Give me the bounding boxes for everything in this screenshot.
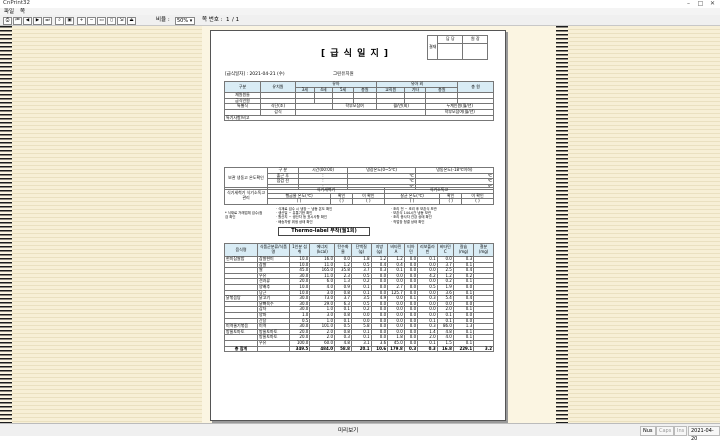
toolbar: ⎙ ⏮ ◀ ▶ ⏭ ⌕ ▣ + − ▭ ▯ ⇲ ⏏ 비율 : 50% ▾ 쪽 번…	[0, 15, 720, 26]
sterilizer-blank: ( )	[383, 198, 441, 205]
approval-sign-director[interactable]	[462, 43, 489, 60]
total-value: 20.1	[350, 345, 372, 353]
nutrition-head: 식품군분류/식품명	[257, 243, 290, 257]
zoom-in-icon[interactable]: +	[77, 17, 86, 25]
total-value: 10.6	[370, 345, 389, 353]
nutrition-head: 칼슘 (mg)	[452, 243, 475, 257]
nutrition-head: 비타민A	[387, 243, 405, 257]
zoom-value: 50%	[177, 18, 189, 24]
remarks-row: 특기사항/비고	[224, 114, 494, 122]
approval-head-staff: 담 당	[437, 35, 464, 44]
col-total: 총 원	[457, 80, 494, 94]
col-gubun: 구분	[223, 80, 262, 94]
note-line: · 작업장 청결 상태 확인	[391, 219, 425, 224]
next-page-icon[interactable]: ▶	[33, 17, 42, 25]
notes-title: * 식재료 거래업체 검수/점검 확인	[225, 211, 263, 220]
print-icon[interactable]: ⎙	[3, 17, 12, 25]
document-title: [ 급 식 일 지 ]	[321, 49, 390, 59]
total-value: 349.5	[288, 345, 311, 353]
spiral-binding-right	[556, 26, 568, 423]
export-icon[interactable]: ⇲	[117, 17, 126, 25]
preview-area[interactable]: [ 급 식 일 지 ] 결재 담 당 원 장 [급식일자] : 2021-04-…	[0, 26, 720, 423]
nutrition-total-row: 총 합계 349.5 484.0 58.8 20.1 10.6 179.8 0.3 0.3 16.…	[224, 345, 494, 353]
fit-page-icon[interactable]: ▣	[65, 17, 74, 25]
document-page: [ 급 식 일 지 ] 결재 담 당 원 장 [급식일자] : 2021-04-…	[210, 30, 506, 421]
total-value: 0.3	[417, 345, 438, 353]
last-page-icon[interactable]: ⏭	[43, 17, 52, 25]
total-value	[257, 345, 290, 353]
sterilizer-blank: ( )	[460, 198, 495, 205]
nutrition-head: 탄수화물	[334, 243, 352, 257]
notebook-lines-left	[12, 26, 202, 423]
washer-blank: ( )	[266, 198, 332, 205]
notes-left: · 식재료 검수 시 냉장 ~ 냉동 온도 확인 · 생산일 ~ 유통기한 확인…	[276, 207, 332, 224]
nutrition-head: 단백질 (g)	[350, 243, 372, 257]
nutrition-head: 철분 (mg)	[473, 243, 494, 257]
washer-blank: ( )	[351, 198, 385, 205]
wash-table: 식기세척기 식기소독고 관리 식기세척기 식기소독고 헹굼물 온도(℃) 확인 이 …	[224, 187, 495, 205]
two-page-icon[interactable]: ▯	[107, 17, 116, 25]
thermo-label: Thermo-label 부착(월1회)	[278, 227, 370, 236]
spiral-binding-left	[0, 26, 12, 423]
page-number-value[interactable]: 1	[226, 17, 230, 24]
single-page-icon[interactable]: ▭	[97, 17, 106, 25]
wash-title: 식기세척기 식기소독고 관리	[224, 187, 268, 205]
note-line: · 배송차량 위생 상태 확인	[276, 219, 313, 224]
maximize-button[interactable]: □	[696, 0, 705, 7]
nutrition-table: 음식명 식품군분류/식품명 1인분 섭취 에너지 (kcal) 탄수화물 단백질 (g) 지…	[224, 243, 494, 353]
note-line: · 조리 종사자 건강 상태 확인	[391, 215, 432, 220]
nutrition-head: 1인분 섭취	[288, 243, 311, 257]
total-value: 58.8	[334, 345, 352, 353]
menu-bar: 파일 쪽	[0, 8, 720, 15]
approval-head-director: 원 장	[462, 35, 489, 44]
sterilizer-blank: ( )	[439, 198, 462, 205]
nutrition-head: 티아민	[403, 243, 419, 257]
notes-right: · 조리 전 ~ 조리 후 보존식 보관 · 보존식 144시간 냉동 보관 ·…	[391, 207, 437, 224]
page-total: / 1	[232, 17, 240, 23]
window-title: CnPrint32	[3, 0, 30, 6]
total-value: 0.3	[403, 345, 419, 353]
approval-box: 결재 담 당 원 장	[426, 35, 489, 60]
total-value: 179.8	[387, 345, 405, 353]
nutrition-head: 지방 (g)	[370, 243, 389, 257]
zoom-select[interactable]: 50% ▾	[175, 17, 195, 25]
washer-blank: ( )	[330, 198, 353, 205]
search-icon[interactable]: ⌕	[55, 17, 64, 25]
exit-icon[interactable]: ⏏	[127, 17, 136, 25]
notebook-lines-right	[568, 26, 720, 423]
close-button[interactable]: ✕	[708, 0, 717, 7]
approval-sign-staff[interactable]	[437, 43, 464, 60]
note-line: · 원산지 ~ 생산자 등 표시사항 확인	[276, 215, 327, 220]
total-value: 484.0	[309, 345, 336, 353]
status-bar: 미리보기 Nus Caps Ins 2021-04-20	[0, 423, 720, 442]
approval-side: 결재	[426, 35, 439, 60]
facility-name: 그린유치원	[333, 72, 354, 77]
nutrition-head: 비타민C	[436, 243, 454, 257]
attendance-table: 구분 유치원 유아 유아 외 총 원 3세 4세 5세 총원 교직원 기타 총원…	[223, 80, 494, 122]
minimize-button[interactable]: –	[684, 0, 693, 7]
total-value: 229.1	[452, 345, 475, 353]
meal-date: [급식일자] : 2021-04-21 (수)	[225, 72, 285, 77]
col-teacher: 유치원	[260, 80, 296, 94]
status-mode: 미리보기	[338, 428, 359, 434]
zoom-label: 비율 :	[156, 17, 170, 23]
page-number-label: 쪽 번호 :	[202, 17, 223, 23]
nutrition-head: 에너지 (kcal)	[309, 243, 336, 257]
first-page-icon[interactable]: ⏮	[13, 17, 22, 25]
nutrition-head: 음식명	[224, 243, 258, 257]
total-value: 16.8	[436, 345, 454, 353]
prev-page-icon[interactable]: ◀	[23, 17, 32, 25]
total-value: 3.2	[473, 345, 494, 353]
zoom-out-icon[interactable]: −	[87, 17, 96, 25]
nutrition-head: 리보플라빈	[417, 243, 438, 257]
total-label: 총 합계	[224, 345, 258, 353]
